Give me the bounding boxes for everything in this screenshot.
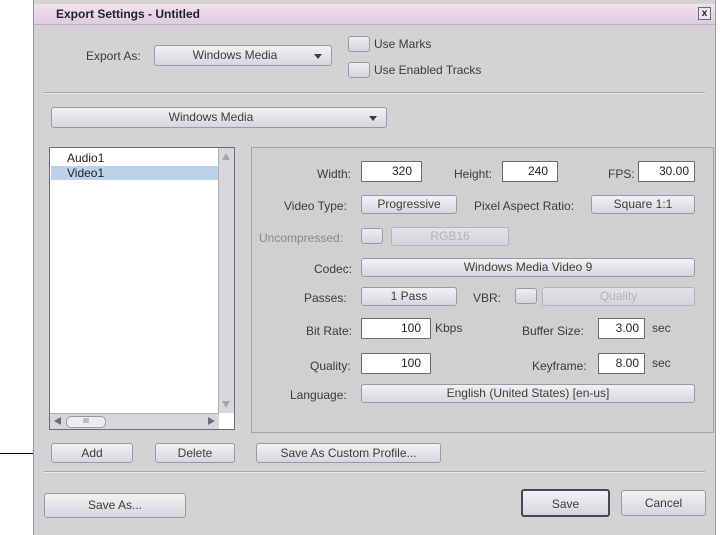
language-label: Language: xyxy=(290,388,347,402)
list-item-video1[interactable]: Video1 xyxy=(51,166,218,180)
close-button[interactable]: x xyxy=(698,7,711,20)
fps-label: FPS: xyxy=(608,167,635,181)
chevron-down-icon xyxy=(314,54,322,59)
bit-rate-label: Bit Rate: xyxy=(306,324,353,338)
export-settings-dialog: Export Settings - Untitled x Export As: … xyxy=(33,0,716,535)
window-title: Export Settings - Untitled xyxy=(56,7,200,21)
video-type-label: Video Type: xyxy=(284,199,347,213)
vbr-mode-button[interactable]: Quality xyxy=(542,287,695,306)
divider xyxy=(44,471,705,473)
scroll-up-icon[interactable] xyxy=(222,153,230,160)
use-enabled-tracks-checkbox[interactable] xyxy=(348,62,370,78)
keyframe-field[interactable]: 8.00 xyxy=(598,353,645,374)
export-as-value: Windows Media xyxy=(192,48,278,62)
passes-label: Passes: xyxy=(304,291,347,305)
width-field[interactable]: 320 xyxy=(361,161,422,182)
height-label: Height: xyxy=(454,167,493,181)
uncompressed-label: Uncompressed: xyxy=(259,231,344,245)
delete-button[interactable]: Delete xyxy=(155,443,235,463)
track-list[interactable]: Audio1 Video1 III xyxy=(49,147,235,430)
save-button[interactable]: Save xyxy=(521,489,610,517)
pixel-aspect-button[interactable]: Square 1:1 xyxy=(591,195,695,214)
passes-button[interactable]: 1 Pass xyxy=(361,287,457,306)
buffer-size-field[interactable]: 3.00 xyxy=(598,318,645,339)
width-label: Width: xyxy=(317,167,352,181)
language-button[interactable]: English (United States) [en-us] xyxy=(361,384,695,403)
scroll-right-icon[interactable] xyxy=(208,417,215,425)
codec-label: Codec: xyxy=(314,262,353,276)
export-as-label: Export As: xyxy=(86,49,141,63)
codec-button[interactable]: Windows Media Video 9 xyxy=(361,258,695,277)
video-type-button[interactable]: Progressive xyxy=(361,195,457,214)
horizontal-scrollbar[interactable]: III xyxy=(50,413,219,429)
cancel-button[interactable]: Cancel xyxy=(621,490,706,516)
format-dropdown[interactable]: Windows Media xyxy=(51,107,387,128)
scroll-down-icon[interactable] xyxy=(222,401,230,408)
quality-field[interactable]: 100 xyxy=(361,353,431,374)
vbr-checkbox[interactable] xyxy=(515,288,537,304)
use-enabled-tracks-label: Use Enabled Tracks xyxy=(374,63,482,77)
vbr-label: VBR: xyxy=(473,291,502,305)
bit-rate-field[interactable]: 100 xyxy=(361,318,431,339)
add-button[interactable]: Add xyxy=(51,443,133,463)
scroll-thumb[interactable]: III xyxy=(66,416,106,428)
format-value: Windows Media xyxy=(168,110,254,124)
fps-field[interactable]: 30.00 xyxy=(638,161,695,182)
pixel-aspect-label: Pixel Aspect Ratio: xyxy=(474,199,575,213)
keyframe-unit: sec xyxy=(652,356,671,370)
quality-label: Quality: xyxy=(310,359,351,373)
use-marks-label: Use Marks xyxy=(374,37,432,51)
height-field[interactable]: 240 xyxy=(502,161,558,182)
scroll-left-icon[interactable] xyxy=(54,417,61,425)
chevron-down-icon xyxy=(369,116,377,121)
use-marks-checkbox[interactable] xyxy=(348,36,370,52)
uncompressed-format-button[interactable]: RGB16 xyxy=(391,227,509,246)
export-as-dropdown[interactable]: Windows Media xyxy=(154,45,332,66)
bit-rate-unit: Kbps xyxy=(435,321,463,335)
video-settings-panel: Width: 320 Height: 240 FPS: 30.00 Video … xyxy=(251,147,714,433)
vertical-scrollbar[interactable] xyxy=(218,148,234,413)
divider xyxy=(44,92,705,94)
keyframe-label: Keyframe: xyxy=(532,359,587,373)
buffer-size-unit: sec xyxy=(652,321,671,335)
save-as-button[interactable]: Save As... xyxy=(44,493,186,518)
list-item-audio1[interactable]: Audio1 xyxy=(51,151,218,165)
title-bar[interactable]: Export Settings - Untitled x xyxy=(34,4,715,25)
buffer-size-label: Buffer Size: xyxy=(522,324,584,338)
save-custom-profile-button[interactable]: Save As Custom Profile... xyxy=(256,443,441,463)
uncompressed-checkbox[interactable] xyxy=(361,228,383,244)
